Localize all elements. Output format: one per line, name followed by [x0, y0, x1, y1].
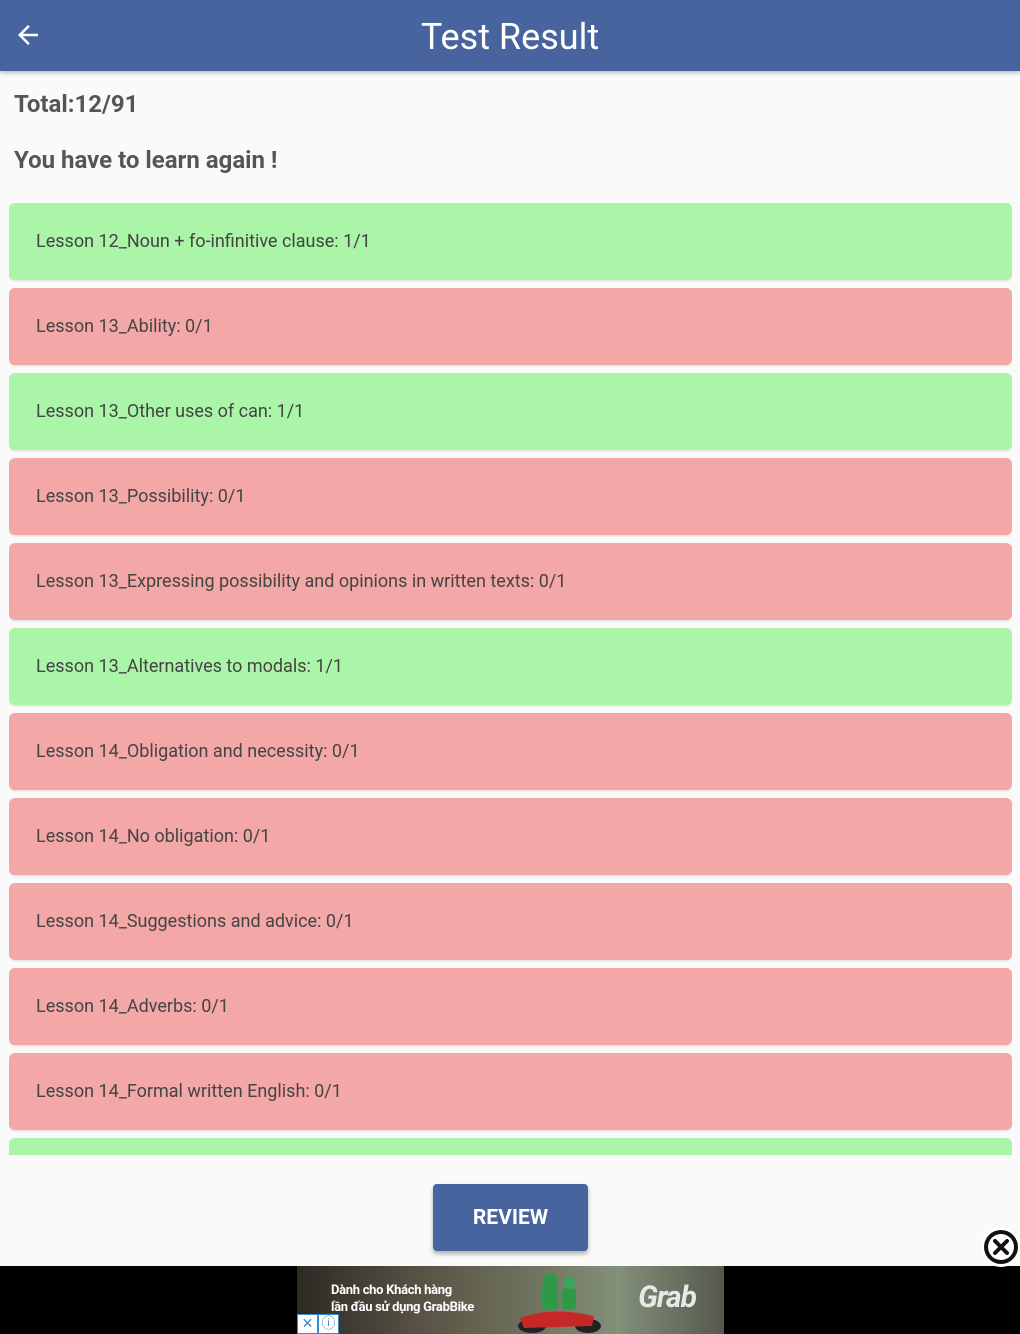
lesson-result-row[interactable]: Lesson 13_Expressing possibility and opi… [9, 543, 1012, 620]
grab-logo: Grab [638, 1280, 697, 1315]
lesson-result-row[interactable]: Lesson 14_Suggestions and advice: 0/1 [9, 883, 1012, 960]
review-button[interactable]: REVIEW [433, 1184, 588, 1251]
ad-text: Dành cho Khách hàng lần đầu sử dụng Grab… [331, 1282, 474, 1316]
ad-banner[interactable]: Dành cho Khách hàng lần đầu sử dụng Grab… [297, 1266, 724, 1334]
lesson-result-row[interactable] [9, 1138, 1012, 1155]
lesson-result-list[interactable]: Lesson 12_Noun + fo-infinitive clause: 1… [9, 203, 1012, 1155]
adchoices[interactable]: ✕ ⓘ [297, 1314, 339, 1334]
lesson-result-label: Lesson 14_Suggestions and advice: 0/1 [36, 911, 354, 932]
close-circle-icon [984, 1230, 1018, 1264]
result-message: You have to learn again ! [14, 146, 278, 174]
info-icon[interactable]: ⓘ [318, 1314, 339, 1334]
lesson-result-label: Lesson 13_Alternatives to modals: 1/1 [36, 656, 343, 677]
lesson-result-row[interactable]: Lesson 14_Adverbs: 0/1 [9, 968, 1012, 1045]
lesson-result-label: Lesson 14_No obligation: 0/1 [36, 826, 271, 847]
lesson-result-label: Lesson 13_Ability: 0/1 [36, 316, 213, 337]
lesson-result-row[interactable]: Lesson 14_No obligation: 0/1 [9, 798, 1012, 875]
ad-close-button[interactable] [981, 1227, 1020, 1267]
app-bar: Test Result [0, 0, 1020, 71]
lesson-result-row[interactable]: Lesson 13_Ability: 0/1 [9, 288, 1012, 365]
lesson-result-label: Lesson 14_Obligation and necessity: 0/1 [36, 741, 360, 762]
lesson-result-label: Lesson 13_Possibility: 0/1 [36, 486, 246, 507]
lesson-result-label: Lesson 14_Formal written English: 0/1 [36, 1081, 342, 1102]
total-score: Total:12/91 [14, 90, 139, 118]
scooter-rider-image [518, 1273, 601, 1333]
lesson-result-row[interactable]: Lesson 12_Noun + fo-infinitive clause: 1… [9, 203, 1012, 280]
lesson-result-label: Lesson 13_Other uses of can: 1/1 [36, 401, 305, 422]
lesson-result-row[interactable]: Lesson 13_Alternatives to modals: 1/1 [9, 628, 1012, 705]
lesson-result-label: Lesson 13_Expressing possibility and opi… [36, 571, 567, 592]
page-title: Test Result [420, 16, 600, 58]
x-icon[interactable]: ✕ [297, 1314, 318, 1334]
lesson-result-label: Lesson 12_Noun + fo-infinitive clause: 1… [36, 231, 371, 252]
lesson-result-row[interactable]: Lesson 13_Other uses of can: 1/1 [9, 373, 1012, 450]
lesson-result-row[interactable]: Lesson 13_Possibility: 0/1 [9, 458, 1012, 535]
lesson-result-row[interactable]: Lesson 14_Formal written English: 0/1 [9, 1053, 1012, 1130]
lesson-result-label: Lesson 14_Adverbs: 0/1 [36, 996, 229, 1017]
lesson-result-row[interactable]: Lesson 14_Obligation and necessity: 0/1 [9, 713, 1012, 790]
ad-line-1: Dành cho Khách hàng [331, 1283, 452, 1298]
ad-line-2: lần đầu sử dụng GrabBike [331, 1300, 474, 1315]
